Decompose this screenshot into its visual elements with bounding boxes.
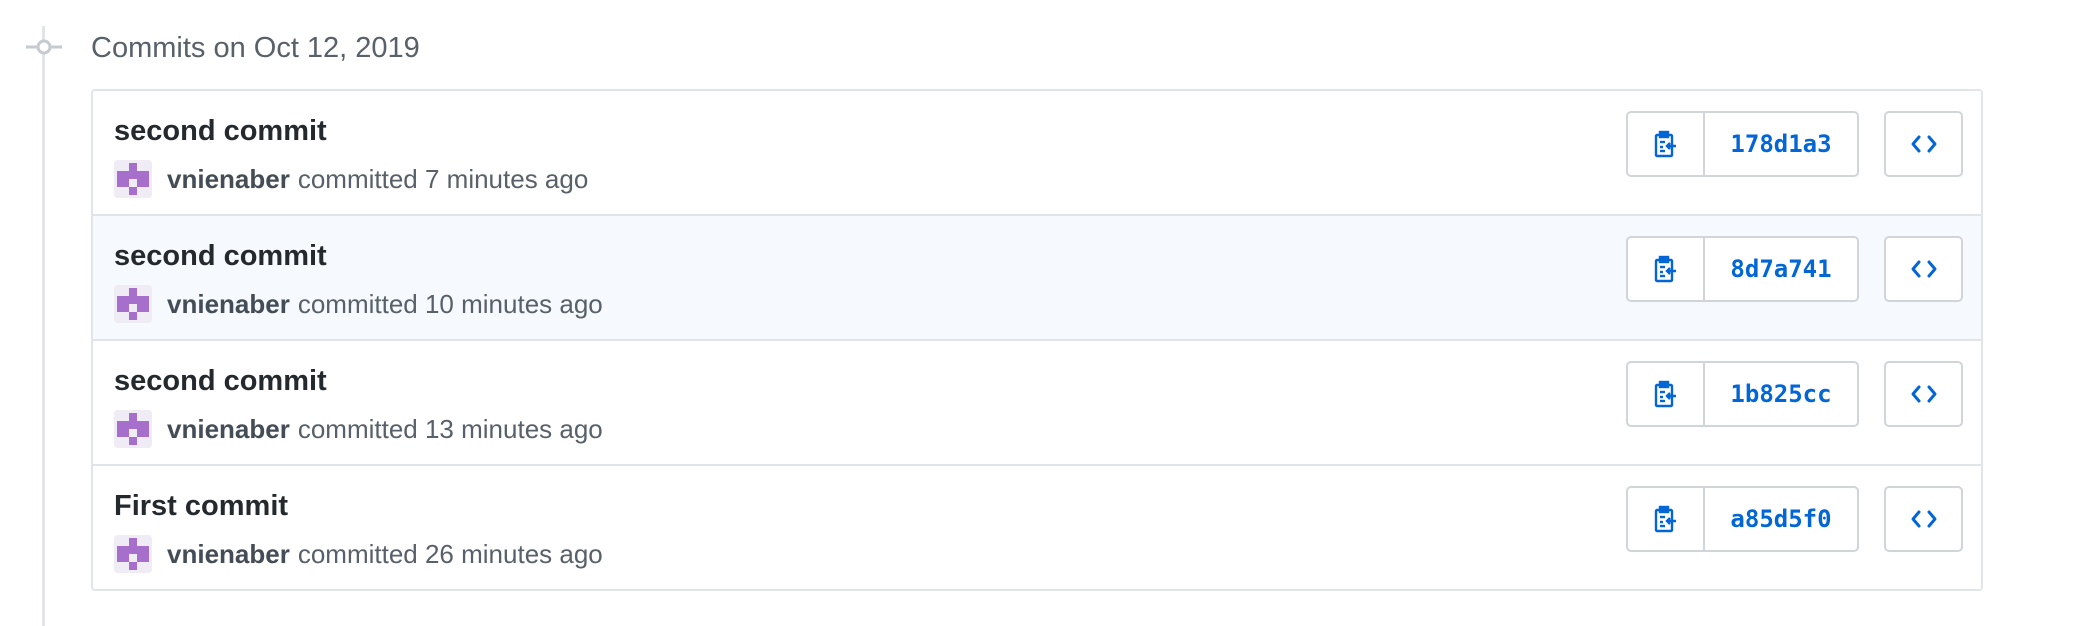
code-icon xyxy=(1911,509,1937,529)
identicon-avatar[interactable] xyxy=(114,535,152,573)
commit-row: second commit vnienaber committed 7 minu… xyxy=(93,91,1981,214)
commit-sha-button-group: 1b825cc xyxy=(1626,361,1859,427)
commit-author-link[interactable]: vnienaber xyxy=(167,414,290,445)
commit-author-link[interactable]: vnienaber xyxy=(167,539,290,570)
commit-time-text: committed 7 minutes ago xyxy=(297,163,589,194)
commit-row: First commit vnienaber committed 26 minu… xyxy=(93,464,1981,589)
commit-title-link[interactable]: First commit xyxy=(114,488,288,524)
commit-meta: vnienaber committed 26 minutes ago xyxy=(114,534,603,574)
timeline-line xyxy=(42,26,45,626)
copy-sha-button[interactable] xyxy=(1628,363,1705,425)
commit-sha-button-group: a85d5f0 xyxy=(1626,486,1859,552)
commit-sha-link[interactable]: 178d1a3 xyxy=(1705,113,1857,175)
commit-meta: vnienaber committed 13 minutes ago xyxy=(114,409,603,449)
commit-group-date: Commits on Oct 12, 2019 xyxy=(91,32,420,64)
clippy-icon xyxy=(1654,255,1678,283)
browse-repository-button[interactable] xyxy=(1884,111,1963,177)
clippy-icon xyxy=(1654,505,1678,533)
commit-meta: vnienaber committed 7 minutes ago xyxy=(114,159,588,199)
identicon-avatar[interactable] xyxy=(114,160,152,198)
commit-row: second commit vnienaber committed 13 min… xyxy=(93,339,1981,464)
identicon-avatar[interactable] xyxy=(114,285,152,323)
commit-sha-button-group: 8d7a741 xyxy=(1626,236,1859,302)
commit-sha-button-group: 178d1a3 xyxy=(1626,111,1859,177)
copy-sha-button[interactable] xyxy=(1628,238,1705,300)
copy-sha-button[interactable] xyxy=(1628,113,1705,175)
copy-sha-button[interactable] xyxy=(1628,488,1705,550)
commit-sha-link[interactable]: a85d5f0 xyxy=(1705,488,1857,550)
identicon-avatar[interactable] xyxy=(114,410,152,448)
commit-author-link[interactable]: vnienaber xyxy=(167,289,290,320)
commit-row: second commit vnienaber committed 10 min… xyxy=(93,214,1981,339)
commit-list: second commit vnienaber committed 7 minu… xyxy=(91,89,1983,591)
commit-title-link[interactable]: second commit xyxy=(114,113,327,149)
commit-title-link[interactable]: second commit xyxy=(114,238,327,274)
commit-sha-link[interactable]: 1b825cc xyxy=(1705,363,1857,425)
git-commit-icon xyxy=(26,36,62,58)
commit-time-text: committed 10 minutes ago xyxy=(297,288,603,319)
commit-author-link[interactable]: vnienaber xyxy=(167,164,290,195)
browse-repository-button[interactable] xyxy=(1884,361,1963,427)
code-icon xyxy=(1911,384,1937,404)
commit-sha-link[interactable]: 8d7a741 xyxy=(1705,238,1857,300)
code-icon xyxy=(1911,259,1937,279)
code-icon xyxy=(1911,134,1937,154)
clippy-icon xyxy=(1654,130,1678,158)
commit-time-text: committed 26 minutes ago xyxy=(297,538,603,569)
browse-repository-button[interactable] xyxy=(1884,486,1963,552)
commit-meta: vnienaber committed 10 minutes ago xyxy=(114,284,603,324)
clippy-icon xyxy=(1654,380,1678,408)
commit-title-link[interactable]: second commit xyxy=(114,363,327,399)
browse-repository-button[interactable] xyxy=(1884,236,1963,302)
commit-time-text: committed 13 minutes ago xyxy=(297,413,603,444)
